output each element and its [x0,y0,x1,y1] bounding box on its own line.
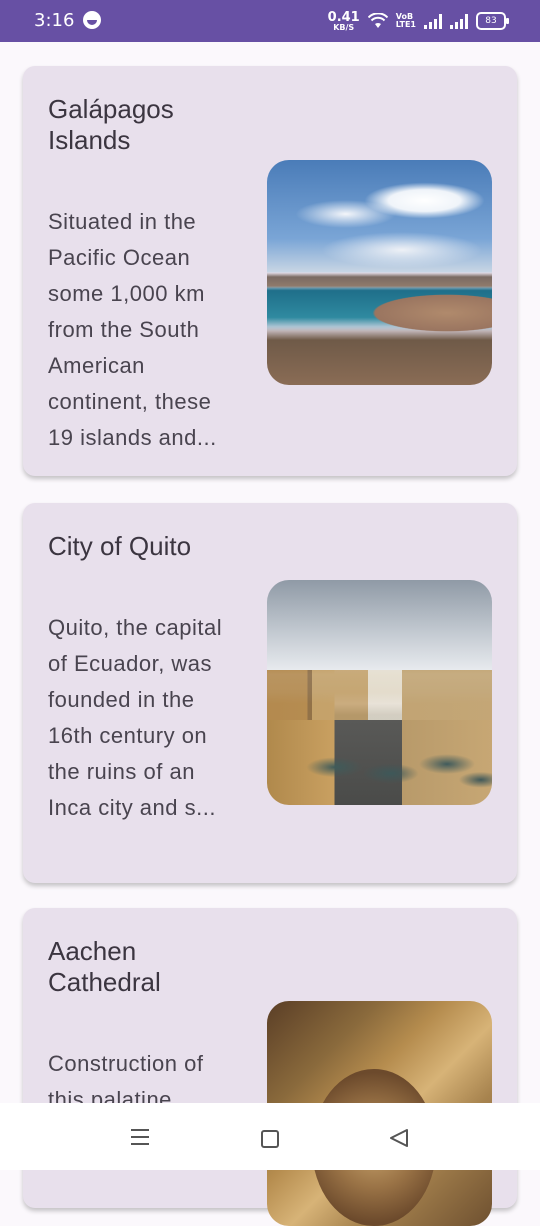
menu-icon[interactable] [131,1129,149,1145]
status-icons: 0.41 KB/S VoB LTE1 83 [328,9,509,33]
network-speed-value: 0.41 [327,9,360,25]
place-description: Situated in the Pacific Ocean some 1,000… [48,209,217,450]
place-card-quito[interactable]: City of Quito Quito, the capital of Ecua… [23,503,517,883]
back-icon[interactable] [389,1129,409,1147]
battery-icon: 83 [476,12,509,30]
place-title: Aachen Cathedral [48,936,161,997]
place-title: City of Quito [48,531,192,561]
navigation-bar [0,1103,540,1170]
place-card-galapagos[interactable]: Galápagos Islands Situated in the Pacifi… [23,66,517,476]
place-description: Quito, the capital of Ecuador, was found… [48,615,223,820]
data-saver-icon [83,11,101,29]
network-speed-unit: KB/S [333,22,355,32]
home-icon[interactable] [261,1130,279,1148]
place-title: Galápagos Islands [48,94,174,155]
network-speed: 0.41 KB/S [328,11,360,32]
volte-indicator: VoB LTE1 [396,13,416,29]
signal-1-icon [424,13,442,29]
signal-2-icon [450,13,468,29]
place-image [267,580,492,805]
volte-bottom: LTE1 [395,20,416,29]
wifi-icon [367,13,388,28]
place-image [267,160,492,385]
status-bar: 3:16 0.41 KB/S VoB LTE1 83 [0,0,540,42]
status-time: 3:16 [34,10,75,31]
